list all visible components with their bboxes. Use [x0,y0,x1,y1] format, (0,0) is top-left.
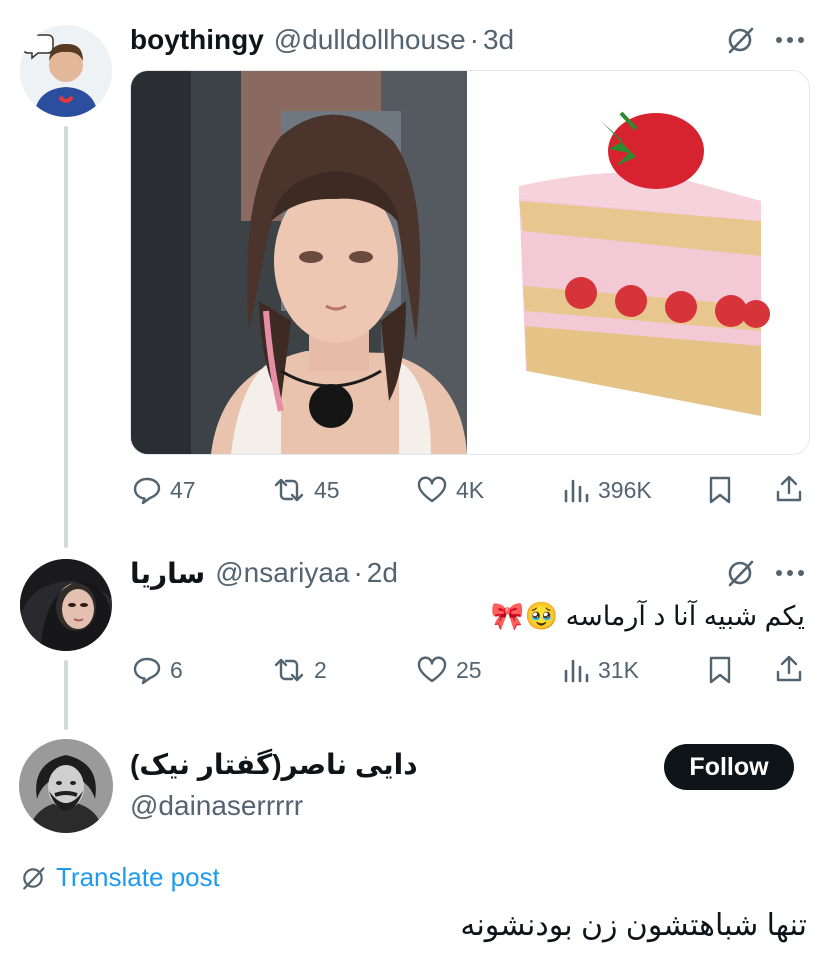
post-text: تنها شباهتشون زن بودنشونه [460,909,807,942]
reply-button[interactable]: 47 [132,474,196,506]
thread-line [64,126,68,548]
avatar-boythingy[interactable] [20,25,112,117]
like-count: 4K [456,476,485,503]
avatar-dainaserrrrr[interactable] [19,739,113,833]
repost-icon [274,478,304,502]
media-image-pair [131,71,809,454]
views-button[interactable]: 31K [562,654,639,686]
repost-button[interactable]: 2 [272,654,327,686]
reply-button[interactable]: 6 [132,654,183,686]
author-name[interactable]: دایی ناصر(گفتار نیک) [130,748,418,781]
bookmark-icon[interactable] [704,474,736,506]
share-icon[interactable] [772,652,806,686]
bookmark-icon[interactable] [704,654,736,686]
display-name[interactable]: ساریا [130,557,205,590]
tweet-1-header: boythingy @dulldollhouse · 3d [130,22,514,58]
follow-button[interactable]: Follow [664,744,794,790]
timestamp[interactable]: 2d [367,557,398,589]
tweet-2-header: ساریا @nsariyaa · 2d [130,555,398,591]
like-icon [417,476,447,503]
views-button[interactable]: 396K [562,474,652,506]
author-handle[interactable]: @dainaserrrrr [130,790,303,822]
avatar-nsariyaa[interactable] [20,559,112,651]
repost-button[interactable]: 45 [272,474,340,506]
like-count: 25 [456,656,482,683]
grok-icon[interactable] [724,24,756,56]
like-button[interactable]: 25 [416,654,482,686]
like-button[interactable]: 4K [416,474,484,506]
more-icon[interactable] [772,557,808,589]
translate-icon [23,866,45,890]
timestamp[interactable]: 3d [483,24,514,56]
grok-icon[interactable] [724,557,756,589]
avatar-nsariyaa-image [20,559,112,651]
repost-count: 2 [314,656,327,683]
views-count: 31K [598,656,639,683]
display-name[interactable]: boythingy [130,24,264,56]
tweet-media[interactable] [130,70,810,455]
tweet-2-text: یکم شبیه آنا د آرماسه 🥹🎀 [490,601,805,631]
avatar-boythingy-image [20,25,112,117]
thread-line [64,660,68,730]
separator-dot: · [469,24,479,55]
reply-icon [133,477,161,505]
reply-icon [133,657,161,685]
more-icon[interactable] [772,24,808,56]
user-handle[interactable]: @nsariyaa [215,557,349,589]
translate-post-label: Translate post [56,862,220,892]
reply-count: 6 [170,656,183,683]
views-icon [564,479,589,503]
views-icon [564,659,589,683]
user-handle[interactable]: @dulldollhouse [274,24,466,56]
share-icon[interactable] [772,472,806,506]
translate-post-link[interactable]: Translate post [20,862,220,893]
avatar-dainaserrrrr-image [19,739,113,833]
repost-count: 45 [314,476,340,503]
like-icon [417,656,447,683]
separator-dot: · [353,557,363,588]
reply-count: 47 [170,476,196,503]
views-count: 396K [598,476,652,503]
repost-icon [274,658,304,682]
